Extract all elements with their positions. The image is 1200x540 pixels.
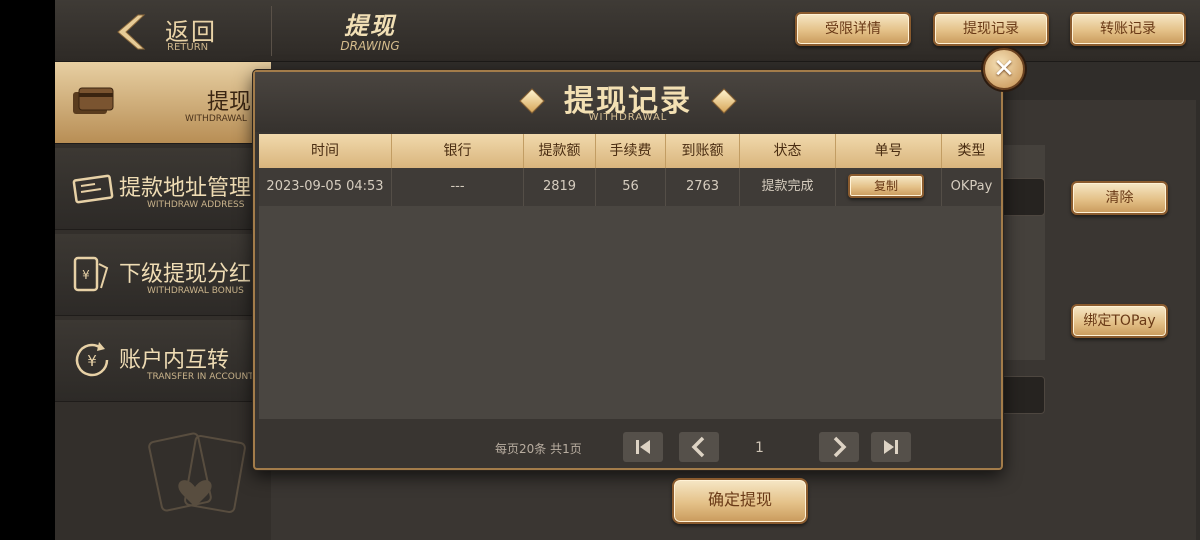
table-header: 时间 银行 提款额 手续费 到账额 状态 单号 类型	[259, 134, 1001, 168]
withdrawal-records-button[interactable]: 提现记录	[933, 12, 1049, 46]
chevron-left-icon	[117, 14, 146, 50]
sidebar-item-label: 提款地址管理	[119, 176, 252, 201]
sidebar-item-bonus[interactable]: ¥ 下级提现分红 WITHDRAWAL BONUS	[55, 234, 271, 316]
column-header-amount: 提款额	[524, 134, 596, 168]
address-card-icon	[72, 174, 114, 204]
column-header-time: 时间	[259, 134, 392, 168]
sidebar-item-withdrawal[interactable]: 提现 WITHDRAWAL	[55, 62, 271, 144]
column-header-bank: 银行	[392, 134, 524, 168]
next-page-button[interactable]	[819, 432, 859, 462]
records-table: 时间 银行 提款额 手续费 到账额 状态 单号 类型 2023-09-05 04…	[259, 134, 1001, 419]
pagination: 每页20条 共1页 1	[255, 432, 1001, 466]
page-title-sub: DRAWING	[340, 39, 400, 53]
back-button[interactable]: 返回 RETURN	[110, 8, 280, 56]
sidebar-item-sublabel: TRANSFER IN ACCOUNT	[147, 372, 254, 382]
sidebar-item-label: 提现	[207, 90, 252, 115]
dialog-subtitle: WITHDRAWAL	[588, 112, 668, 123]
sidebar-item-transfer[interactable]: ¥ 账户内互转 TRANSFER IN ACCOUNT	[55, 320, 271, 402]
sidebar-item-sublabel: WITHDRAWAL	[185, 114, 247, 124]
cell-order-no: 复制	[836, 168, 942, 206]
yuan-transfer-icon: ¥	[75, 342, 109, 377]
first-page-button[interactable]	[623, 432, 663, 462]
page-title: 提现 DRAWING	[330, 6, 410, 53]
cell-time: 2023-09-05 04:53	[259, 168, 392, 206]
playing-cards-decoration-icon	[148, 432, 246, 514]
bind-topay-button[interactable]: 绑定TOPay	[1071, 304, 1168, 338]
last-page-button[interactable]	[871, 432, 911, 462]
confirm-withdraw-button[interactable]: 确定提现	[672, 478, 808, 524]
divider	[271, 6, 272, 56]
chevron-right-icon	[833, 436, 847, 458]
sidebar-item-sublabel: WITHDRAW ADDRESS	[147, 200, 245, 210]
app-window: 返回 RETURN 提现 DRAWING 受限详情 提现记录 转账记录 提现 W…	[55, 0, 1200, 540]
column-header-fee: 手续费	[596, 134, 666, 168]
cell-status: 提款完成	[740, 168, 836, 206]
sidebar-item-label: 下级提现分红	[119, 262, 252, 287]
page-title-text: 提现	[344, 12, 396, 40]
cell-fee: 56	[596, 168, 666, 206]
pagination-info: 每页20条 共1页	[495, 442, 582, 456]
dialog-header: 提现记录 WITHDRAWAL	[255, 72, 1001, 132]
sidebar-item-sublabel: WITHDRAWAL BONUS	[147, 286, 244, 296]
back-sublabel: RETURN	[167, 42, 209, 53]
column-header-type: 类型	[957, 143, 986, 159]
top-bar: 返回 RETURN 提现 DRAWING 受限详情 提现记录 转账记录	[55, 0, 1200, 62]
table-row: 2023-09-05 04:53 --- 2819 56 2763 提款完成 复…	[259, 168, 1001, 206]
sidebar: 提现 WITHDRAWAL 提款地址管理 WITHDRAW ADDRESS ¥ …	[55, 62, 271, 540]
current-page: 1	[755, 440, 764, 456]
svg-text:¥: ¥	[87, 352, 97, 370]
restriction-details-button[interactable]: 受限详情	[795, 12, 911, 46]
first-page-icon	[636, 440, 650, 454]
withdrawal-records-dialog: 提现记录 WITHDRAWAL 时间 银行 提款额 手续费 到账额 状态 单号 …	[253, 70, 1003, 470]
cell-received: 2763	[666, 168, 740, 206]
bonus-phone-icon: ¥	[73, 256, 109, 292]
clear-button[interactable]: 清除	[1071, 181, 1168, 215]
sidebar-item-withdraw-address[interactable]: 提款地址管理 WITHDRAW ADDRESS	[55, 148, 271, 230]
close-icon: ✕	[993, 54, 1015, 84]
sidebar-item-label: 账户内互转	[119, 348, 230, 373]
last-page-icon	[884, 440, 898, 454]
column-header-order-no: 单号	[836, 134, 942, 168]
bank-card-icon	[73, 87, 114, 114]
cell-amount: 2819	[524, 168, 596, 206]
close-dialog-button[interactable]: ✕	[983, 48, 1025, 90]
transfer-records-button[interactable]: 转账记录	[1070, 12, 1186, 46]
cell-type: OKPay	[950, 179, 993, 194]
cell-bank: ---	[392, 168, 524, 206]
chevron-left-icon	[691, 436, 705, 458]
column-header-received: 到账额	[666, 134, 740, 168]
svg-text:¥: ¥	[82, 268, 90, 282]
column-header-status: 状态	[740, 134, 836, 168]
copy-button[interactable]: 复制	[848, 174, 924, 198]
prev-page-button[interactable]	[679, 432, 719, 462]
